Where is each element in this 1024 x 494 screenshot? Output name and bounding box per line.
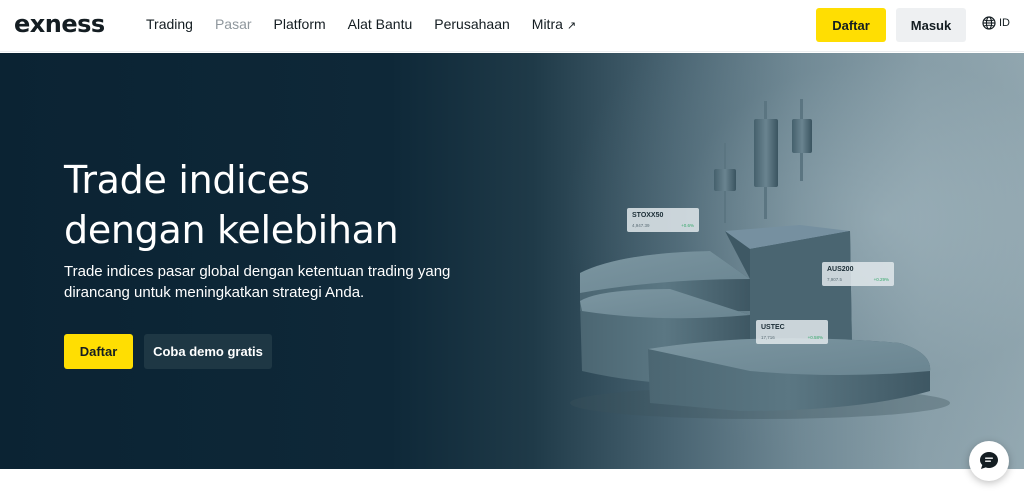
hero-subtitle: Trade indices pasar global dengan ketent…: [64, 263, 451, 301]
chat-icon: [980, 452, 998, 469]
ticker-value: 7,907.5: [827, 277, 843, 282]
signup-button[interactable]: Daftar: [816, 8, 886, 42]
candlestick-group: [714, 99, 812, 223]
nav-item-perusahaan[interactable]: Perusahaan: [434, 15, 510, 35]
live-chat-button[interactable]: [969, 441, 1009, 481]
ticker-value: 4,947.39: [632, 223, 650, 228]
site-header: exness Trading Pasar Platform Alat Bantu…: [0, 0, 1024, 52]
ticker-change: +0.29%: [873, 277, 889, 282]
globe-icon: [982, 16, 996, 30]
nav-item-pasar[interactable]: Pasar: [215, 15, 252, 35]
ticker-name: AUS200: [827, 266, 854, 273]
ticker-ustec: USTEC 17,716 +0.58%: [756, 320, 828, 344]
exness-logo[interactable]: exness: [14, 10, 105, 38]
hero-title-line1: Trade indices: [64, 158, 310, 202]
ticker-change: +0.6%: [681, 223, 694, 228]
hero-title: Trade indices dengan kelebihan: [64, 155, 524, 255]
hero-section: Trade indices dengan kelebihan Trade ind…: [0, 53, 1024, 469]
login-button[interactable]: Masuk: [896, 8, 966, 42]
ticker-change: +0.58%: [807, 335, 823, 340]
nav-item-alat-bantu[interactable]: Alat Bantu: [348, 15, 413, 35]
language-selector[interactable]: ID: [982, 16, 1010, 30]
ticker-stoxx50: STOXX50 4,947.39 +0.6%: [627, 208, 699, 232]
free-demo-button[interactable]: Coba demo gratis: [144, 334, 272, 369]
ticker-name: STOXX50: [632, 212, 664, 219]
nav-item-trading[interactable]: Trading: [146, 15, 193, 35]
external-arrow-icon: ↗: [566, 20, 577, 32]
ticker-value: 17,716: [761, 335, 775, 340]
ticker-aus200: AUS200 7,907.5 +0.29%: [822, 262, 894, 286]
nav-item-mitra[interactable]: Mitra ↗: [532, 15, 576, 35]
hero-signup-button[interactable]: Daftar: [64, 334, 133, 369]
indices-pie-illustration: [570, 99, 950, 419]
nav-item-platform[interactable]: Platform: [274, 15, 326, 35]
nav-item-mitra-label: Mitra: [531, 16, 563, 32]
hero-title-line2: dengan kelebihan: [64, 208, 399, 252]
ticker-name: USTEC: [761, 324, 785, 331]
main-nav: Trading Pasar Platform Alat Bantu Perusa…: [146, 15, 576, 35]
language-code: ID: [999, 17, 1010, 29]
